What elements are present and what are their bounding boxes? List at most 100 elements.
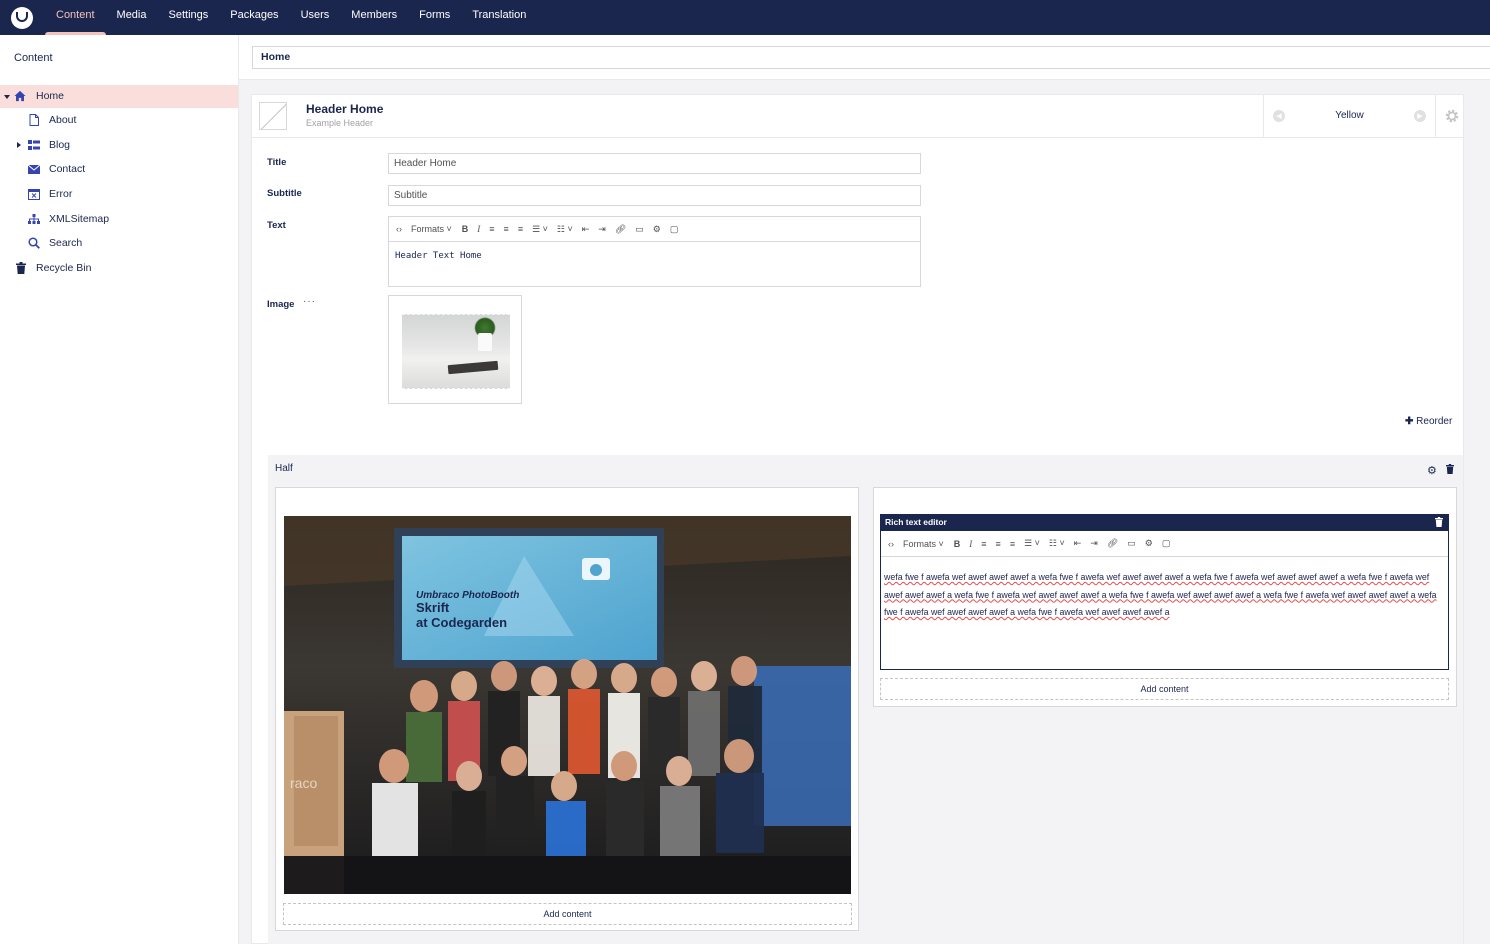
align-left-icon[interactable]: ≡ xyxy=(981,537,986,551)
photo-sign-line1: Skrift xyxy=(416,600,450,615)
sitemap-icon xyxy=(28,213,40,225)
envelope-icon xyxy=(28,163,40,175)
tree-item-contact[interactable]: Contact xyxy=(0,158,238,181)
next-variant-icon[interactable]: ▶ xyxy=(1414,110,1426,122)
add-content-button-left[interactable]: Add content xyxy=(283,903,852,925)
nav-settings[interactable]: Settings xyxy=(158,0,220,35)
header-text-content[interactable]: Header Text Home xyxy=(395,251,482,261)
variant-switcher: ◀ Yellow ▶ xyxy=(1263,95,1436,138)
header-block-panel: Header Home Example Header ◀ Yellow ▶ Ti… xyxy=(251,94,1464,944)
row-settings-gear-icon[interactable]: ⚙ xyxy=(1427,464,1437,477)
tree-item-label: Search xyxy=(49,237,83,249)
reorder-label: Reorder xyxy=(1416,416,1453,427)
title-label: Title xyxy=(267,157,287,168)
expand-caret-icon[interactable] xyxy=(17,142,21,148)
link-icon[interactable]: 🔗︎ xyxy=(615,222,626,236)
document-icon xyxy=(28,114,40,126)
bullet-list-icon[interactable]: ☰ ˅ xyxy=(532,222,548,236)
block-header-row: Header Home Example Header ◀ Yellow ▶ xyxy=(252,95,1463,138)
align-left-icon[interactable]: ≡ xyxy=(489,222,494,236)
numbered-list-icon[interactable]: ☷ ˅ xyxy=(557,222,573,236)
formats-label: Formats xyxy=(411,224,445,234)
grid-cell-right: Rich text editor ‹› Formats ˅ B I ≡ ≡ ≡ xyxy=(873,487,1457,707)
top-navigation: Content Media Settings Packages Users Me… xyxy=(0,0,1490,35)
align-center-icon[interactable]: ≡ xyxy=(996,537,1001,551)
photo-sign-line2: at Codegarden xyxy=(416,615,507,630)
formats-dropdown[interactable]: Formats ˅ xyxy=(411,224,452,234)
codegarden-group-photo[interactable]: Umbraco PhotoBooth Skrift at Codegarden … xyxy=(284,516,851,894)
bold-icon[interactable]: B xyxy=(954,537,961,551)
tree-item-blog[interactable]: Blog xyxy=(0,134,238,157)
image-icon[interactable]: ▭ xyxy=(635,222,644,236)
move-icon: ✚ xyxy=(1405,416,1414,427)
tree-item-home[interactable]: Home xyxy=(0,85,238,108)
tree-item-recycle-bin[interactable]: Recycle Bin xyxy=(0,257,238,280)
align-right-icon[interactable]: ≡ xyxy=(518,222,523,236)
home-icon xyxy=(14,90,26,102)
align-right-icon[interactable]: ≡ xyxy=(1010,537,1015,551)
align-center-icon[interactable]: ≡ xyxy=(504,222,509,236)
tree-item-about[interactable]: About xyxy=(0,109,238,132)
nav-packages[interactable]: Packages xyxy=(219,0,289,35)
numbered-list-icon[interactable]: ☷ ˅ xyxy=(1049,537,1065,551)
italic-icon[interactable]: I xyxy=(969,537,972,551)
grid-rich-text-editor[interactable]: ‹› Formats ˅ B I ≡ ≡ ≡ ☰ ˅ ☷ ˅ ⇤ ⇥ 🔗︎ ▭ … xyxy=(880,531,1449,670)
outdent-icon[interactable]: ⇤ xyxy=(1074,537,1082,551)
tree-item-label: Recycle Bin xyxy=(36,262,92,274)
rte-body-text[interactable]: wefa fwe f awefa wef awef awef awef a we… xyxy=(884,569,1446,622)
macro-icon[interactable]: ⚙ xyxy=(1145,537,1153,551)
image-actions-menu[interactable]: ··· xyxy=(303,296,316,307)
block-thumbnail xyxy=(259,102,287,130)
macro-icon[interactable]: ⚙ xyxy=(653,222,661,236)
list-icon xyxy=(28,139,40,151)
nav-content[interactable]: Content xyxy=(45,0,106,35)
tree-item-label: XMLSitemap xyxy=(49,213,110,225)
nav-users[interactable]: Users xyxy=(290,0,341,35)
source-code-icon[interactable]: ‹› xyxy=(396,222,402,236)
subtitle-label: Subtitle xyxy=(267,188,302,199)
text-label: Text xyxy=(267,220,286,231)
expand-caret-icon[interactable] xyxy=(4,95,10,99)
tree-item-search[interactable]: Search xyxy=(0,232,238,255)
image-icon[interactable]: ▭ xyxy=(1127,537,1136,551)
formats-label: Formats xyxy=(903,538,937,549)
italic-icon[interactable]: I xyxy=(477,222,480,236)
tree-item-label: About xyxy=(49,114,77,126)
embed-icon[interactable]: ▢ xyxy=(1162,537,1171,551)
grid-cell-left: Umbraco PhotoBooth Skrift at Codegarden … xyxy=(275,487,859,931)
node-name-input[interactable]: Home xyxy=(252,46,1490,69)
source-code-icon[interactable]: ‹› xyxy=(888,537,894,551)
svg-text:raco: raco xyxy=(290,775,317,791)
add-content-button-right[interactable]: Add content xyxy=(880,678,1449,700)
node-name-bar: Home xyxy=(239,35,1490,80)
block-name: Header Home xyxy=(306,102,384,116)
tree-item-xmlsitemap[interactable]: XMLSitemap xyxy=(0,208,238,231)
tree-item-label: Error xyxy=(49,188,73,200)
nav-translation[interactable]: Translation xyxy=(461,0,537,35)
nav-forms[interactable]: Forms xyxy=(408,0,461,35)
formats-dropdown[interactable]: Formats ˅ xyxy=(903,539,944,549)
header-text-editor[interactable]: ‹› Formats ˅ B I ≡ ≡ ≡ ☰ ˅ ☷ ˅ ⇤ ⇥ 🔗︎ ▭ … xyxy=(388,216,921,287)
indent-icon[interactable]: ⇥ xyxy=(1090,537,1098,551)
reorder-button[interactable]: ✚ Reorder xyxy=(1405,416,1452,427)
settings-gear-icon[interactable] xyxy=(1444,108,1460,124)
content-tree-sidebar: Content Home About Blog Contact Error XM… xyxy=(0,35,239,944)
tree-item-error[interactable]: Error xyxy=(0,183,238,206)
title-input[interactable]: Header Home xyxy=(388,153,921,174)
row-delete-trash-icon[interactable] xyxy=(1446,464,1454,477)
bold-icon[interactable]: B xyxy=(462,222,469,236)
subtitle-input[interactable]: Subtitle xyxy=(388,185,921,206)
image-picker[interactable] xyxy=(388,295,522,404)
indent-icon[interactable]: ⇥ xyxy=(598,222,606,236)
umbraco-logo-icon[interactable] xyxy=(11,6,33,29)
tree-item-label: Home xyxy=(36,90,65,102)
rte-block-trash-icon[interactable] xyxy=(1435,516,1443,532)
embed-icon[interactable]: ▢ xyxy=(670,222,679,236)
nav-members[interactable]: Members xyxy=(340,0,408,35)
nav-media[interactable]: Media xyxy=(106,0,158,35)
selected-image[interactable] xyxy=(402,314,510,389)
outdent-icon[interactable]: ⇤ xyxy=(582,222,590,236)
rte-toolbar: ‹› Formats ˅ B I ≡ ≡ ≡ ☰ ˅ ☷ ˅ ⇤ ⇥ 🔗︎ ▭ … xyxy=(881,531,1448,557)
link-icon[interactable]: 🔗︎ xyxy=(1107,537,1118,551)
bullet-list-icon[interactable]: ☰ ˅ xyxy=(1024,537,1040,551)
